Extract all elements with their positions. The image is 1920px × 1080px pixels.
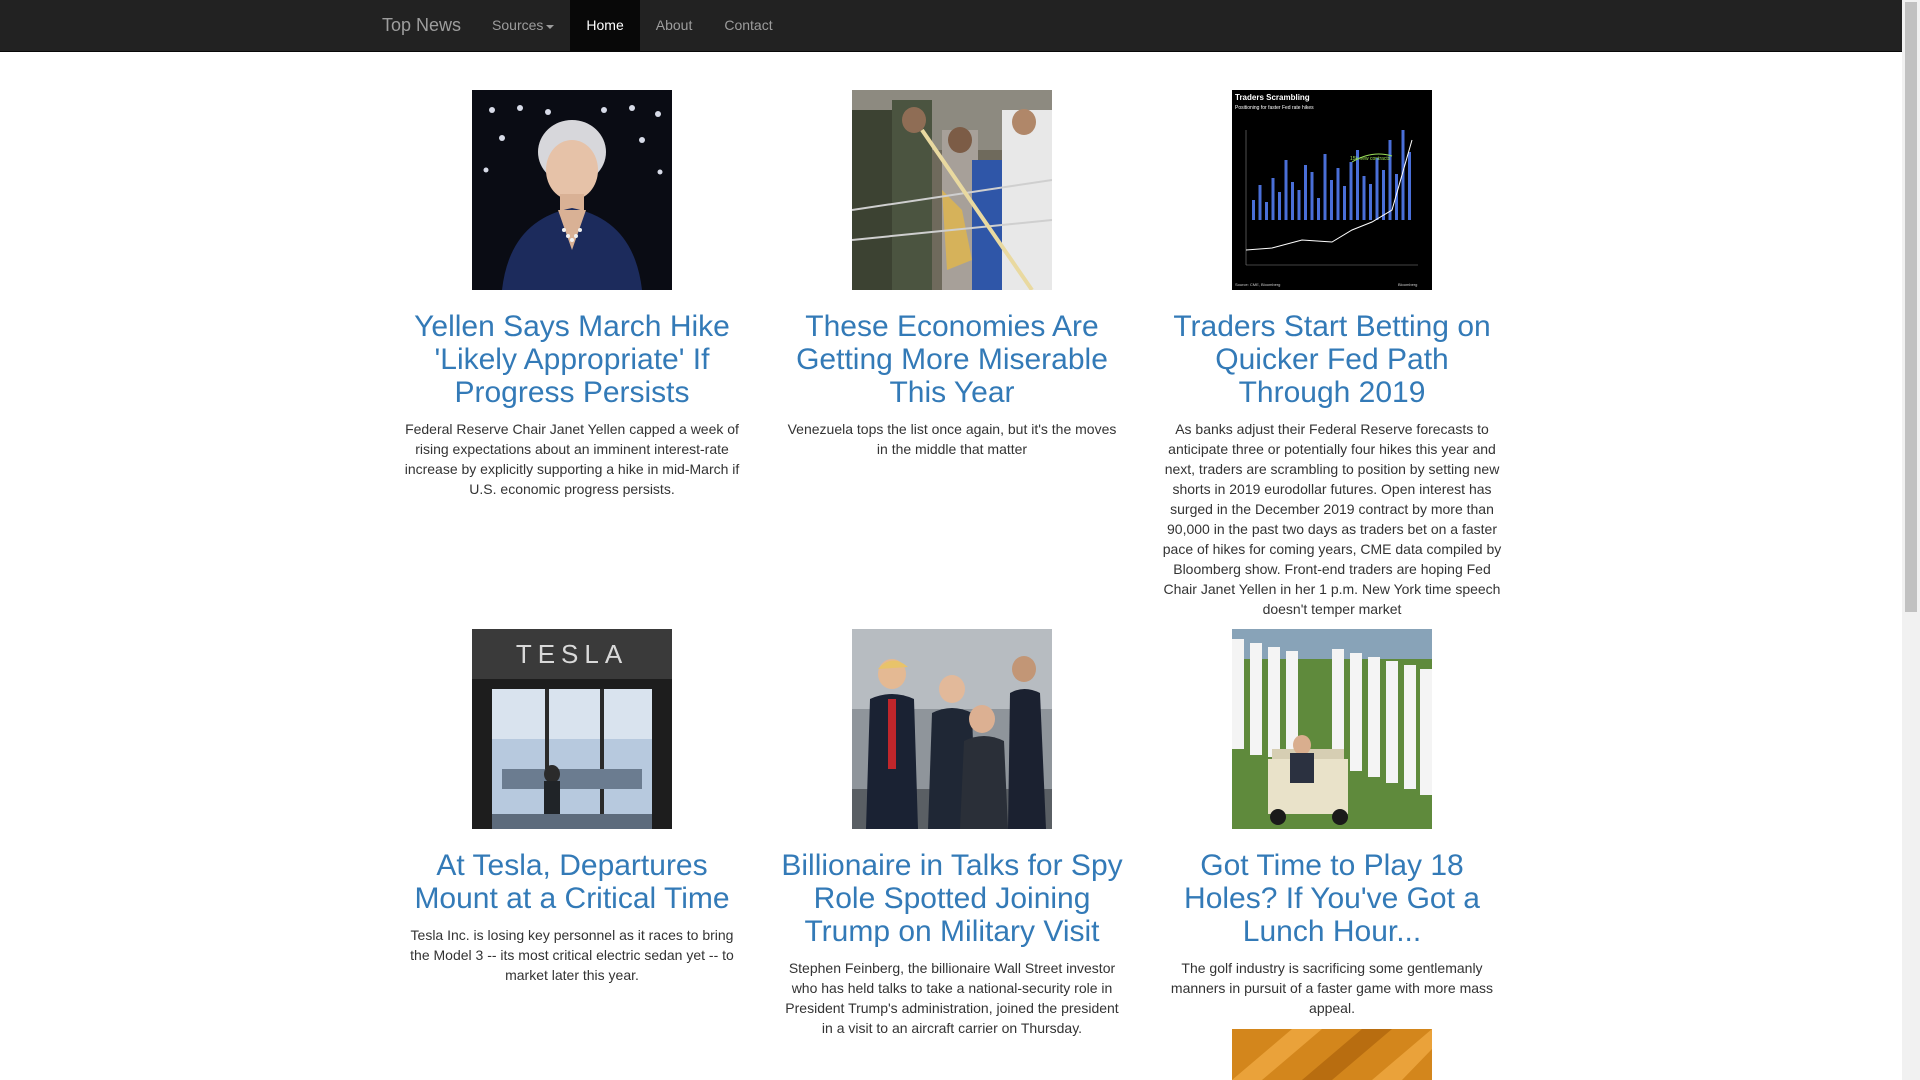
article-card: TESLA At Tesla, Departures Mount at a Cr… (397, 629, 747, 985)
chart-thumb-bar (1271, 178, 1275, 220)
chart-thumb-bar (1375, 158, 1379, 220)
article-image-golf[interactable] (1232, 629, 1432, 829)
chart-thumb-bar (1252, 200, 1255, 220)
article-title[interactable]: Billionaire in Talks for Spy Role Spotte… (777, 849, 1127, 948)
chart-thumb-bar (1310, 172, 1314, 220)
chart-thumb-brand: Bloomberg (1398, 282, 1417, 287)
article-image-chart[interactable]: Traders Scrambling Positioning for faste… (1232, 90, 1432, 290)
chart-thumb-source: Source: CME, Bloomberg (1235, 282, 1280, 287)
chart-thumb-bar (1336, 168, 1340, 220)
navbar-items: Top News Sources Home About Contact (367, 0, 789, 51)
article-description: Tesla Inc. is losing key personnel as it… (410, 927, 734, 983)
nav-sources-dropdown[interactable]: Sources (476, 0, 570, 51)
article-card: Traders Scrambling Positioning for faste… (1157, 90, 1507, 619)
chart-thumb-bar (1330, 180, 1333, 220)
article-description: Federal Reserve Chair Janet Yellen cappe… (404, 421, 740, 497)
article-title[interactable]: At Tesla, Departures Mount at a Critical… (397, 849, 747, 915)
nav-contact[interactable]: Contact (708, 0, 788, 51)
article-image-tesla[interactable]: TESLA (472, 629, 672, 829)
article-title[interactable]: Got Time to Play 18 Holes? If You've Got… (1157, 849, 1507, 948)
article-title[interactable]: These Economies Are Getting More Miserab… (777, 310, 1127, 409)
chart-thumb-bar (1369, 184, 1372, 220)
chart-thumb-bar (1349, 162, 1353, 220)
chart-thumb-bar (1304, 165, 1307, 220)
chart-thumb-bar (1323, 154, 1327, 220)
article-card: Got Time to Play 18 Holes? If You've Got… (1157, 629, 1507, 1018)
article-description: Stephen Feinberg, the billionaire Wall S… (785, 960, 1119, 1036)
chart-thumb-bar (1265, 202, 1268, 220)
chart-thumb-bar (1297, 190, 1301, 220)
next-article-image-partial[interactable] (1232, 1029, 1432, 1080)
article-image-border-crowd[interactable] (852, 90, 1052, 290)
tesla-sign: TESLA (516, 639, 628, 669)
top-navbar: Top News Sources Home About Contact (0, 0, 1902, 52)
article-title[interactable]: Yellen Says March Hike 'Likely Appropria… (397, 310, 747, 409)
chart-thumb-bar (1382, 170, 1385, 220)
chart-thumb-bar (1278, 192, 1281, 220)
brand-link[interactable]: Top News (367, 0, 476, 51)
chart-thumb-bar (1258, 185, 1262, 220)
article-description: The golf industry is sacrificing some ge… (1170, 960, 1494, 1016)
nav-about[interactable]: About (640, 0, 709, 51)
chart-thumb-bar (1291, 182, 1294, 220)
nav-about-label: About (655, 17, 693, 33)
chart-thumb-bar (1388, 140, 1392, 220)
article-card: These Economies Are Getting More Miserab… (777, 90, 1127, 459)
article-description: As banks adjust their Federal Reserve fo… (1162, 421, 1502, 617)
nav-sources-label: Sources (492, 17, 544, 33)
article-description: Venezuela tops the list once again, but … (787, 421, 1117, 457)
chart-thumb-bar (1284, 160, 1288, 220)
nav-home-label: Home (586, 17, 624, 33)
nav-contact-label: Contact (724, 17, 773, 33)
article-card: Yellen Says March Hike 'Likely Appropria… (397, 90, 747, 499)
chart-thumb-bar (1362, 176, 1366, 220)
chart-thumb-title: Traders Scrambling (1235, 93, 1310, 102)
caret-down-icon (546, 24, 555, 29)
nav-home[interactable]: Home (570, 0, 640, 51)
chart-thumb-subtitle: Positioning for faster Fed rate hikes (1235, 105, 1314, 111)
article-title[interactable]: Traders Start Betting on Quicker Fed Pat… (1157, 310, 1507, 409)
chart-thumb-bar (1343, 186, 1346, 220)
chart-thumb-bar (1408, 152, 1411, 220)
chart-thumb-annotation: 15k new contracts (1350, 156, 1391, 162)
chart-thumb-bar (1317, 198, 1320, 220)
scrollbar-thumb[interactable] (1905, 2, 1917, 612)
article-image-military-visit[interactable] (852, 629, 1052, 829)
article-card: Billionaire in Talks for Spy Role Spotte… (777, 629, 1127, 1038)
page-scrollbar[interactable] (1902, 0, 1920, 1080)
article-image-yellen[interactable] (472, 90, 672, 290)
